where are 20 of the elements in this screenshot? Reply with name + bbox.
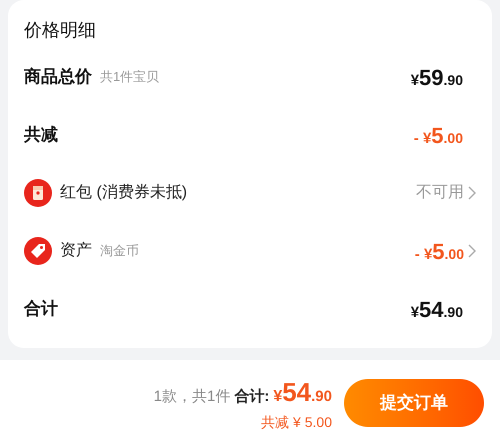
row-label: 红包 (消费券未抵) (60, 182, 188, 203)
price: - ¥5.00 (414, 122, 463, 150)
price: ¥54.90 (410, 296, 463, 324)
total-label: 合计: (234, 387, 270, 407)
row-note: 淘金币 (100, 242, 139, 260)
price: - ¥5.00 (414, 238, 464, 266)
tag-icon (24, 237, 52, 265)
row-label: 合计 (24, 298, 58, 320)
status-text: 不可用 (416, 183, 464, 203)
card-title: 价格明细 (24, 18, 97, 42)
row-label: 商品总价 (24, 66, 92, 88)
saving-text: 共减 ¥ 5.00 (261, 413, 332, 432)
total-price: ¥54.90 (273, 376, 332, 409)
row-note: 共1件宝贝 (100, 68, 160, 86)
submit-order-button[interactable]: 提交订单 (344, 379, 484, 427)
envelope-icon (24, 179, 52, 207)
row-label: 共减 (24, 124, 58, 146)
row-label: 资产 (60, 240, 92, 261)
item-count: 1款，共1件 (154, 387, 230, 407)
price: ¥59.90 (410, 64, 463, 92)
